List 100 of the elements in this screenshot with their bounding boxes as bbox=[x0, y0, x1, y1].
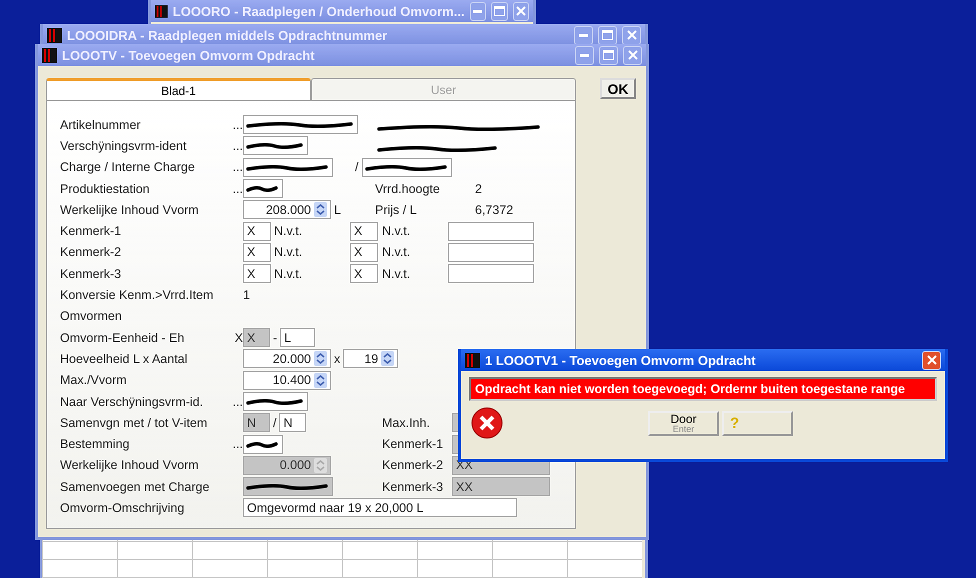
field-label: Kenmerk-1 bbox=[382, 437, 444, 452]
text-field[interactable]: X bbox=[350, 242, 378, 262]
ok-button[interactable]: OK bbox=[600, 78, 636, 99]
text-field[interactable]: N bbox=[279, 413, 306, 432]
door-button[interactable]: Door Enter bbox=[648, 410, 719, 436]
field-label: Werkelijke Inhoud Vvorm bbox=[60, 458, 200, 472]
form-text: ... bbox=[232, 160, 243, 174]
maximize-button[interactable] bbox=[491, 2, 508, 20]
form-text: N.v.t. bbox=[382, 266, 412, 281]
text-field[interactable]: X bbox=[243, 264, 271, 284]
maximize-button[interactable] bbox=[598, 26, 617, 44]
error-icon bbox=[471, 407, 503, 439]
form-text: - bbox=[273, 330, 278, 345]
error-message: Opdracht kan niet worden toegevoegd; Ordernr buiten toegestane range bbox=[469, 377, 937, 401]
minimize-icon bbox=[580, 54, 589, 56]
close-button[interactable] bbox=[623, 46, 642, 64]
text-field[interactable] bbox=[243, 115, 358, 134]
minimize-button[interactable] bbox=[574, 26, 593, 44]
form-text: Prijs / L bbox=[375, 202, 418, 217]
close-icon bbox=[628, 50, 638, 60]
field-label: Samenvoegen met Charge bbox=[60, 480, 210, 494]
field-label: Max./Vvorm bbox=[60, 373, 128, 388]
field-label: Omvorm-Omschrijving bbox=[60, 500, 186, 515]
maximize-button[interactable] bbox=[599, 46, 618, 64]
text-field[interactable] bbox=[243, 392, 308, 411]
field-label: Kenmerk-2 bbox=[60, 245, 122, 260]
form-text: ... bbox=[232, 138, 243, 153]
close-button[interactable] bbox=[922, 350, 941, 370]
form-text: ... bbox=[232, 118, 243, 132]
minimize-icon bbox=[579, 34, 588, 36]
field-label: Max.Inh. bbox=[382, 416, 431, 430]
form-text: ... bbox=[232, 182, 243, 196]
field-label: Werkelijke Inhoud Vvorm bbox=[60, 202, 200, 217]
text-field[interactable] bbox=[243, 158, 333, 177]
close-button[interactable] bbox=[622, 26, 641, 44]
app-icon bbox=[465, 352, 480, 368]
form-text: N.v.t. bbox=[382, 245, 412, 260]
text-field[interactable]: X bbox=[350, 222, 378, 241]
text-field[interactable] bbox=[448, 222, 534, 241]
form-text: N.v.t. bbox=[274, 245, 302, 260]
text-field[interactable]: X bbox=[243, 242, 271, 262]
spin-arrows-icon bbox=[314, 202, 327, 218]
spin-arrows-icon bbox=[314, 372, 327, 388]
field-label: Bestemming bbox=[60, 437, 130, 452]
minimize-button[interactable] bbox=[470, 2, 486, 20]
field-label: Artikelnummer bbox=[60, 118, 142, 132]
close-icon bbox=[926, 355, 936, 365]
text-field[interactable] bbox=[243, 179, 283, 198]
text-field[interactable] bbox=[243, 136, 308, 156]
close-icon bbox=[516, 6, 526, 16]
field-label: Naar Verschÿningsvrm-id. bbox=[60, 394, 204, 408]
text-field[interactable]: X bbox=[243, 222, 271, 241]
minimize-button[interactable] bbox=[575, 46, 594, 64]
maximize-icon bbox=[494, 6, 505, 16]
spin-field[interactable]: 10.400 bbox=[243, 370, 331, 390]
text-field[interactable] bbox=[362, 158, 452, 177]
field-label: Samenvgn met / tot V-item bbox=[60, 416, 208, 430]
dialog-title: 1 LOOOTV1 - Toevoegen Omvorm Opdracht bbox=[485, 352, 757, 368]
window-title: LOOORO - Raadplegen / Onderhoud Omvorm... bbox=[172, 4, 465, 18]
text-field[interactable] bbox=[448, 242, 534, 262]
form-text: / bbox=[355, 160, 358, 174]
app-icon bbox=[155, 4, 168, 18]
field-label: Konversie Kenm.>Vrrd.Item bbox=[60, 288, 214, 302]
spin-field[interactable]: 20.000 bbox=[243, 349, 331, 368]
close-button[interactable] bbox=[512, 2, 529, 20]
tab[interactable]: Blad-1 bbox=[46, 78, 311, 100]
window-title: LOOOIDRA - Raadplegen middels Opdrachtnummer bbox=[67, 28, 388, 42]
field-label: Produktiestation bbox=[60, 182, 151, 196]
spin-arrows-icon bbox=[381, 351, 394, 366]
spin-field[interactable]: 208.000 bbox=[243, 200, 331, 220]
text-field[interactable]: Omgevormd naar 19 x 20,000 L bbox=[243, 498, 517, 518]
app-icon bbox=[47, 28, 62, 42]
form-text: 6,7372 bbox=[475, 202, 514, 217]
spin-field[interactable]: 19 bbox=[343, 349, 398, 368]
form-text: Vrrd.hoogte bbox=[375, 182, 441, 196]
form-text: / bbox=[273, 416, 276, 430]
form-text: N.v.t. bbox=[382, 224, 412, 238]
app-icon bbox=[42, 48, 57, 62]
text-field[interactable] bbox=[448, 264, 534, 284]
form-text: X bbox=[234, 330, 243, 345]
form-text: ... bbox=[232, 394, 243, 408]
spin-arrows-icon bbox=[314, 458, 327, 473]
window-title: LOOOTV - Toevoegen Omvorm Opdracht bbox=[62, 48, 316, 62]
form-text: N.v.t. bbox=[274, 224, 302, 238]
spin-arrows-icon bbox=[314, 351, 327, 366]
form-text: N.v.t. bbox=[274, 266, 302, 281]
field-label: Hoeveelheid L x Aantal bbox=[60, 352, 188, 366]
text-field[interactable] bbox=[243, 434, 283, 454]
form-text: L bbox=[334, 202, 341, 217]
section-label: Omvormen bbox=[60, 309, 123, 324]
field-label: Kenmerk-3 bbox=[60, 266, 122, 281]
field-label: Charge / Interne Charge bbox=[60, 160, 196, 174]
form-text: x bbox=[334, 352, 340, 366]
field-label: Omvorm-Eenheid - Eh bbox=[60, 330, 186, 345]
text-field[interactable]: X bbox=[350, 264, 378, 284]
close-icon bbox=[626, 30, 636, 40]
field-label: Kenmerk-1 bbox=[60, 224, 122, 238]
maximize-icon bbox=[603, 50, 614, 60]
minimize-icon bbox=[473, 10, 482, 12]
text-field[interactable]: L bbox=[280, 328, 316, 348]
